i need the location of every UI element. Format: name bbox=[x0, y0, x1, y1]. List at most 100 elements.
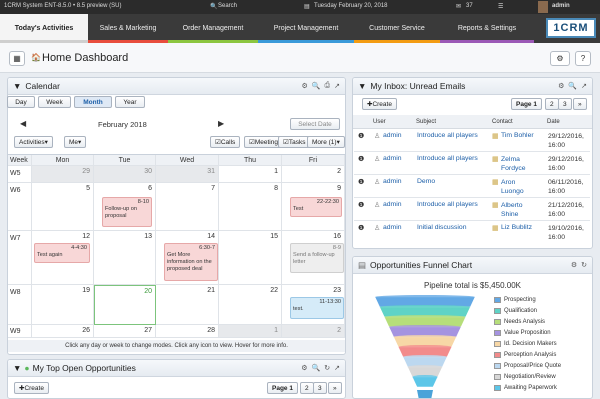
legend-item[interactable]: Proposal/Price Quote bbox=[494, 363, 561, 369]
tab-project-management[interactable]: Project Management bbox=[258, 14, 354, 43]
legend-item[interactable]: Awaiting Paperwork bbox=[494, 385, 557, 391]
settings-gear-icon[interactable]: ⚙ bbox=[550, 51, 570, 66]
email-subject[interactable]: Initial discussion bbox=[417, 224, 467, 231]
calendar-event[interactable]: 4-4:30 Test again bbox=[34, 243, 90, 263]
user-menu[interactable]: admin bbox=[552, 3, 570, 9]
email-subject[interactable]: Demo bbox=[417, 178, 435, 185]
day-cell[interactable]: 21 bbox=[156, 285, 219, 325]
email-subject[interactable]: Introduce all players bbox=[417, 155, 478, 162]
page-2-button[interactable]: 2 bbox=[300, 382, 314, 394]
email-subject[interactable]: Introduce all players bbox=[417, 132, 478, 139]
legend-item[interactable]: Negotiation/Review bbox=[494, 374, 556, 380]
week-cell[interactable]: W7 bbox=[8, 231, 32, 285]
day-cell[interactable]: 27 bbox=[94, 325, 156, 338]
tab-reports-settings[interactable]: Reports & Settings bbox=[440, 14, 534, 43]
info-icon[interactable]: ❶ bbox=[358, 132, 364, 140]
tab-week[interactable]: Week bbox=[38, 96, 71, 108]
col-subject[interactable]: Subject bbox=[416, 119, 436, 125]
day-cell[interactable]: 9 22-22:30 Test bbox=[282, 183, 345, 231]
sidebar-toggle-icon[interactable]: ▦ bbox=[9, 51, 25, 66]
email-user[interactable]: admin bbox=[383, 178, 402, 185]
current-date[interactable]: Tuesday February 20, 2018 bbox=[314, 3, 388, 9]
collapse-icon[interactable]: ▼ bbox=[358, 81, 366, 91]
gear-icon[interactable]: ⚙ bbox=[301, 364, 307, 372]
gear-icon[interactable]: ⚙ bbox=[571, 261, 577, 269]
email-user[interactable]: admin bbox=[383, 155, 402, 162]
email-contact[interactable]: Zelma Fordyce bbox=[501, 155, 537, 173]
mail-icon[interactable]: ✉ bbox=[456, 3, 461, 10]
search-icon[interactable]: 🔍 bbox=[312, 82, 321, 90]
next-page-icon[interactable]: » bbox=[328, 382, 342, 394]
day-cell[interactable]: 29 bbox=[32, 166, 94, 183]
day-cell[interactable]: 15 bbox=[219, 231, 282, 285]
tab-order-management[interactable]: Order Management bbox=[168, 14, 258, 43]
day-cell[interactable]: 2 bbox=[282, 166, 345, 183]
legend-item[interactable]: Perception Analysis bbox=[494, 352, 556, 358]
next-page-icon[interactable]: » bbox=[573, 98, 587, 110]
next-month-arrow[interactable]: ▶ bbox=[218, 119, 224, 128]
day-cell[interactable]: 7 bbox=[156, 183, 219, 231]
email-contact[interactable]: Alberto Shine bbox=[501, 201, 537, 219]
refresh-icon[interactable]: ↻ bbox=[581, 261, 587, 269]
calendar-event[interactable]: 11-13:30 test. bbox=[290, 297, 344, 319]
day-cell[interactable]: 16 8-9 Send a follow-up letter bbox=[282, 231, 345, 285]
page-3-button[interactable]: 3 bbox=[558, 98, 572, 110]
day-cell[interactable]: 22 bbox=[219, 285, 282, 325]
calendar-event[interactable]: 8-10 Follow-up on proposal bbox=[102, 197, 152, 227]
email-row[interactable]: ❶ ♙ admin Introduce all players ▦ Alberto… bbox=[354, 198, 590, 221]
day-cell[interactable]: 31 bbox=[156, 166, 219, 183]
search-icon[interactable]: 🔍 bbox=[210, 3, 217, 10]
week-cell[interactable]: W6 bbox=[8, 183, 32, 231]
info-icon[interactable]: ❶ bbox=[358, 224, 364, 232]
legend-item[interactable]: Id. Decision Makers bbox=[494, 341, 557, 347]
day-cell[interactable]: 6 8-10 Follow-up on proposal bbox=[94, 183, 156, 231]
prev-month-arrow[interactable]: ◀ bbox=[20, 119, 26, 128]
tasks-icon[interactable]: ☰ bbox=[498, 3, 503, 10]
email-contact[interactable]: Tim Bohler bbox=[501, 132, 545, 139]
avatar[interactable] bbox=[538, 1, 548, 13]
legend-item[interactable]: Needs Analysis bbox=[494, 319, 545, 325]
day-cell[interactable]: 12 4-4:30 Test again bbox=[32, 231, 94, 285]
email-row[interactable]: ❶ ♙ admin Introduce all players ▦ Tim Boh… bbox=[354, 129, 590, 152]
info-icon[interactable]: ❶ bbox=[358, 201, 364, 209]
funnel-chart[interactable] bbox=[371, 295, 481, 399]
print-icon[interactable]: ⎙ bbox=[325, 82, 331, 90]
day-cell[interactable]: 1 bbox=[219, 325, 282, 338]
day-cell-today[interactable]: 20 bbox=[94, 285, 156, 325]
owner-dropdown[interactable]: Me ▾ bbox=[64, 136, 87, 148]
external-link-icon[interactable]: ↗ bbox=[334, 82, 340, 90]
calendar-event[interactable]: 8-9 Send a follow-up letter bbox=[290, 243, 344, 273]
day-cell[interactable]: 1 bbox=[219, 166, 282, 183]
tab-year[interactable]: Year bbox=[115, 96, 145, 108]
day-cell[interactable]: 14 6:30-7 Get More information on the pro… bbox=[156, 231, 219, 285]
day-cell[interactable]: 30 bbox=[94, 166, 156, 183]
page-selector[interactable]: Page 1 bbox=[511, 98, 542, 110]
filter-calls[interactable]: ☑ Calls bbox=[210, 136, 241, 148]
search-icon[interactable]: 🔍 bbox=[568, 82, 577, 90]
info-icon[interactable]: ❶ bbox=[358, 155, 364, 163]
create-email-button[interactable]: ✚ Create bbox=[362, 98, 397, 110]
day-cell[interactable]: 2 bbox=[282, 325, 345, 338]
refresh-icon[interactable]: ↻ bbox=[324, 364, 330, 372]
week-cell[interactable]: W8 bbox=[8, 285, 32, 325]
search-icon[interactable]: 🔍 bbox=[312, 364, 321, 372]
day-cell[interactable]: 13 bbox=[94, 231, 156, 285]
legend-item[interactable]: Prospecting bbox=[494, 297, 536, 303]
crm-logo[interactable]: 1CRM bbox=[546, 18, 596, 38]
calendar-event[interactable]: 22-22:30 Test bbox=[290, 197, 342, 217]
collapse-icon[interactable]: ▼ bbox=[13, 81, 21, 91]
tab-todays-activities[interactable]: Today's Activities bbox=[0, 14, 88, 43]
day-cell[interactable]: 8 bbox=[219, 183, 282, 231]
filter-tasks[interactable]: ☑ Tasks bbox=[278, 136, 311, 148]
mail-count[interactable]: 37 bbox=[466, 3, 473, 9]
global-search[interactable]: Search bbox=[218, 3, 237, 9]
page-2-button[interactable]: 2 bbox=[545, 98, 559, 110]
page-selector[interactable]: Page 1 bbox=[267, 382, 298, 394]
activities-dropdown[interactable]: Activities ▾ bbox=[14, 136, 53, 148]
email-subject[interactable]: Introduce all players bbox=[417, 201, 478, 208]
calendar-event[interactable]: 6:30-7 Get More information on the propos… bbox=[164, 243, 218, 281]
external-link-icon[interactable]: ↗ bbox=[581, 82, 587, 90]
week-cell[interactable]: W9 bbox=[8, 325, 32, 338]
email-contact[interactable]: Liz Bublitz bbox=[501, 224, 545, 231]
tab-sales-marketing[interactable]: Sales & Marketing bbox=[88, 14, 168, 43]
